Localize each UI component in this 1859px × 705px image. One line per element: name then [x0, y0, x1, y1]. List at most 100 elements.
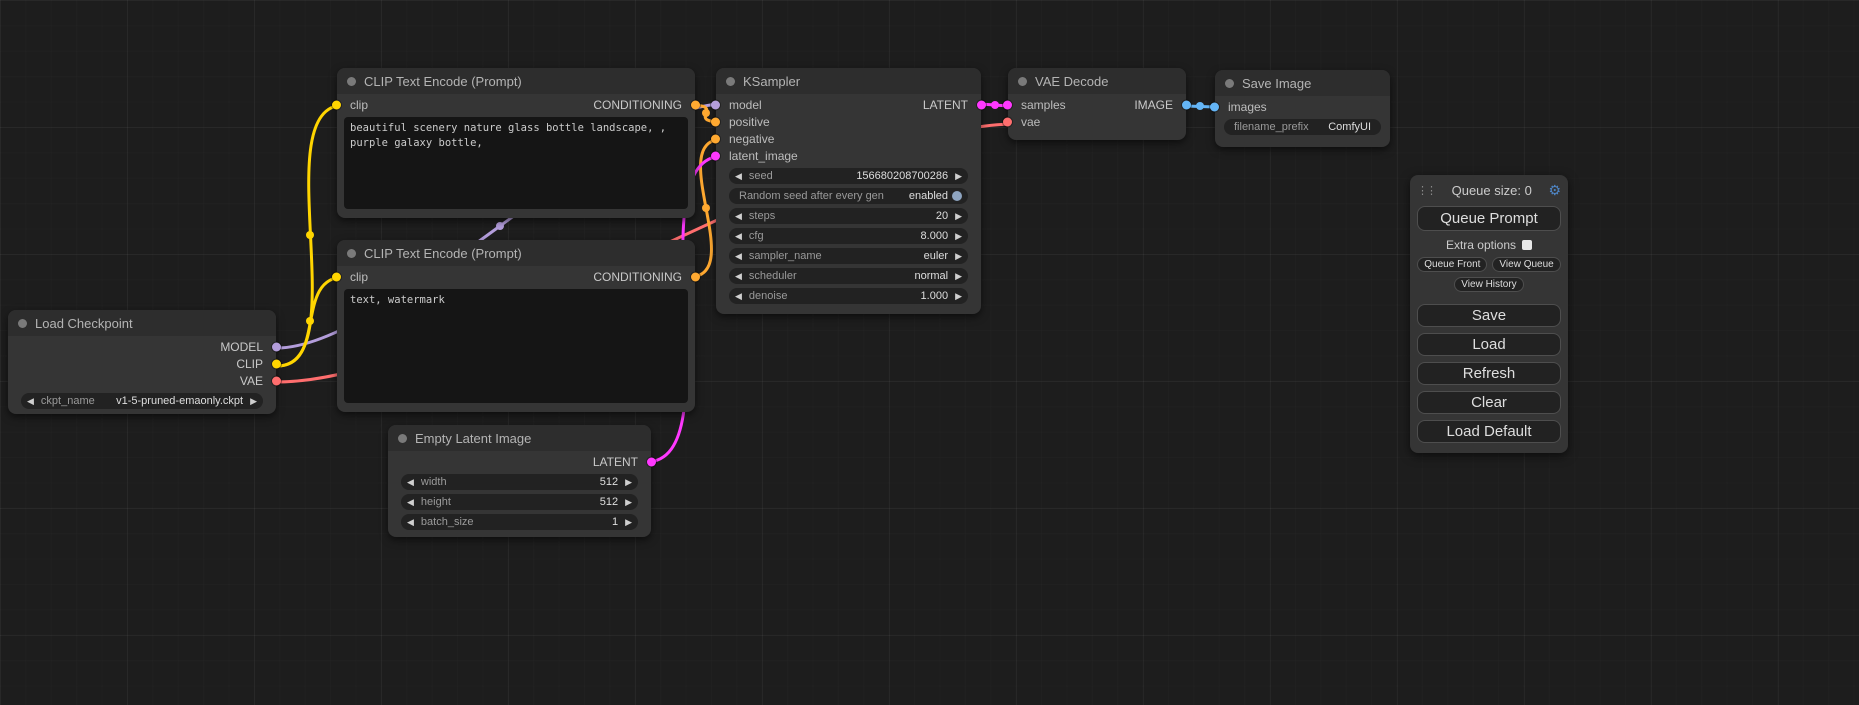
next-option-arrow-icon[interactable]: ▶: [250, 397, 257, 406]
next-option-arrow-icon[interactable]: ▶: [955, 252, 962, 261]
link-midpoint-dot: [1196, 102, 1204, 110]
decrement-arrow-icon[interactable]: ◀: [407, 498, 414, 507]
node-title-bar[interactable]: CLIP Text Encode (Prompt): [337, 240, 695, 266]
input-dot-negative[interactable]: [711, 134, 720, 143]
output-dot-latent[interactable]: [647, 457, 656, 466]
positive-prompt-textarea[interactable]: beautiful scenery nature glass bottle la…: [344, 117, 688, 209]
input-dot-clip[interactable]: [332, 100, 341, 109]
input-dot-clip[interactable]: [332, 272, 341, 281]
view-queue-button[interactable]: View Queue: [1492, 257, 1560, 272]
next-option-arrow-icon[interactable]: ▶: [955, 272, 962, 281]
decrement-arrow-icon[interactable]: ◀: [735, 172, 742, 181]
output-dot-latent[interactable]: [977, 100, 986, 109]
widget-random-seed-toggle[interactable]: Random seed after every gen enabled: [729, 188, 968, 204]
widget-ckpt-name[interactable]: ◀ ckpt_name v1-5-pruned-emaonly.ckpt ▶: [21, 393, 263, 409]
output-dot-image[interactable]: [1182, 100, 1191, 109]
widget-name: cfg: [749, 230, 764, 242]
collapse-toggle-icon[interactable]: [1225, 79, 1234, 88]
collapse-toggle-icon[interactable]: [347, 249, 356, 258]
widget-filename-prefix[interactable]: filename_prefix ComfyUI: [1224, 119, 1381, 135]
widget-sampler-name[interactable]: ◀ sampler_name euler ▶: [729, 248, 968, 264]
increment-arrow-icon[interactable]: ▶: [955, 172, 962, 181]
widget-name: width: [421, 476, 447, 488]
drag-handle-icon[interactable]: ⋮⋮: [1417, 184, 1435, 197]
widget-cfg[interactable]: ◀ cfg 8.000 ▶: [729, 228, 968, 244]
widget-steps[interactable]: ◀ steps 20 ▶: [729, 208, 968, 224]
input-dot-latent-image[interactable]: [711, 151, 720, 160]
collapse-toggle-icon[interactable]: [347, 77, 356, 86]
output-dot-clip[interactable]: [272, 359, 281, 368]
node-title-bar[interactable]: VAE Decode: [1008, 68, 1186, 94]
widget-value: 8.000: [921, 230, 949, 242]
widget-height[interactable]: ◀ height 512 ▶: [401, 494, 638, 510]
widget-name: height: [421, 496, 451, 508]
widget-denoise[interactable]: ◀ denoise 1.000 ▶: [729, 288, 968, 304]
decrement-arrow-icon[interactable]: ◀: [407, 518, 414, 527]
node-title-bar[interactable]: Save Image: [1215, 70, 1390, 96]
input-dot-model[interactable]: [711, 100, 720, 109]
load-default-button[interactable]: Load Default: [1417, 420, 1561, 443]
view-history-button[interactable]: View History: [1454, 277, 1523, 292]
input-dot-samples[interactable]: [1003, 100, 1012, 109]
save-button[interactable]: Save: [1417, 304, 1561, 327]
queue-front-button[interactable]: Queue Front: [1417, 257, 1487, 272]
toggle-knob-icon[interactable]: [952, 191, 962, 201]
increment-arrow-icon[interactable]: ▶: [625, 518, 632, 527]
extra-options-checkbox[interactable]: [1522, 240, 1532, 250]
prev-option-arrow-icon[interactable]: ◀: [27, 397, 34, 406]
increment-arrow-icon[interactable]: ▶: [955, 212, 962, 221]
load-button[interactable]: Load: [1417, 333, 1561, 356]
prev-option-arrow-icon[interactable]: ◀: [735, 252, 742, 261]
widget-seed[interactable]: ◀ seed 156680208700286 ▶: [729, 168, 968, 184]
output-slot-vae: VAE: [8, 372, 276, 389]
widget-name: filename_prefix: [1234, 121, 1309, 133]
node-clip-text-encode-positive[interactable]: CLIP Text Encode (Prompt) clip CONDITION…: [337, 68, 695, 218]
node-graph-canvas[interactable]: Load Checkpoint MODEL CLIP VAE ◀ ckpt_na…: [0, 0, 1859, 705]
refresh-button[interactable]: Refresh: [1417, 362, 1561, 385]
collapse-toggle-icon[interactable]: [18, 319, 27, 328]
decrement-arrow-icon[interactable]: ◀: [735, 292, 742, 301]
node-title-bar[interactable]: Empty Latent Image: [388, 425, 651, 451]
decrement-arrow-icon[interactable]: ◀: [735, 212, 742, 221]
widget-value: v1-5-pruned-emaonly.ckpt: [116, 395, 243, 407]
output-dot-conditioning[interactable]: [691, 272, 700, 281]
input-dot-images[interactable]: [1210, 102, 1219, 111]
slot-row: vae: [1008, 113, 1186, 130]
increment-arrow-icon[interactable]: ▶: [955, 292, 962, 301]
prev-option-arrow-icon[interactable]: ◀: [735, 272, 742, 281]
clear-button[interactable]: Clear: [1417, 391, 1561, 414]
node-save-image[interactable]: Save Image images filename_prefix ComfyU…: [1215, 70, 1390, 147]
output-dot-model[interactable]: [272, 342, 281, 351]
widget-batch-size[interactable]: ◀ batch_size 1 ▶: [401, 514, 638, 530]
widget-scheduler[interactable]: ◀ scheduler normal ▶: [729, 268, 968, 284]
increment-arrow-icon[interactable]: ▶: [625, 498, 632, 507]
settings-gear-icon[interactable]: ⚙: [1548, 182, 1561, 199]
input-dot-positive[interactable]: [711, 117, 720, 126]
output-label-model: MODEL: [220, 340, 263, 354]
node-empty-latent-image[interactable]: Empty Latent Image LATENT ◀ width 512 ▶ …: [388, 425, 651, 537]
widget-width[interactable]: ◀ width 512 ▶: [401, 474, 638, 490]
node-clip-text-encode-negative[interactable]: CLIP Text Encode (Prompt) clip CONDITION…: [337, 240, 695, 412]
collapse-toggle-icon[interactable]: [398, 434, 407, 443]
queue-prompt-button[interactable]: Queue Prompt: [1417, 206, 1561, 231]
node-load-checkpoint[interactable]: Load Checkpoint MODEL CLIP VAE ◀ ckpt_na…: [8, 310, 276, 414]
output-dot-conditioning[interactable]: [691, 100, 700, 109]
widget-name: Random seed after every gen: [739, 190, 884, 202]
collapse-toggle-icon[interactable]: [726, 77, 735, 86]
node-title-bar[interactable]: KSampler: [716, 68, 981, 94]
decrement-arrow-icon[interactable]: ◀: [735, 232, 742, 241]
increment-arrow-icon[interactable]: ▶: [625, 478, 632, 487]
node-title-bar[interactable]: Load Checkpoint: [8, 310, 276, 336]
output-dot-vae[interactable]: [272, 376, 281, 385]
node-vae-decode[interactable]: VAE Decode samples IMAGE vae: [1008, 68, 1186, 140]
output-label-conditioning: CONDITIONING: [593, 270, 682, 284]
increment-arrow-icon[interactable]: ▶: [955, 232, 962, 241]
input-dot-vae[interactable]: [1003, 117, 1012, 126]
node-title-bar[interactable]: CLIP Text Encode (Prompt): [337, 68, 695, 94]
output-label-clip: CLIP: [236, 357, 263, 371]
node-ksampler[interactable]: KSampler model LATENT positive negative …: [716, 68, 981, 314]
decrement-arrow-icon[interactable]: ◀: [407, 478, 414, 487]
negative-prompt-textarea[interactable]: text, watermark: [344, 289, 688, 403]
collapse-toggle-icon[interactable]: [1018, 77, 1027, 86]
slot-row: clip CONDITIONING: [337, 268, 695, 285]
